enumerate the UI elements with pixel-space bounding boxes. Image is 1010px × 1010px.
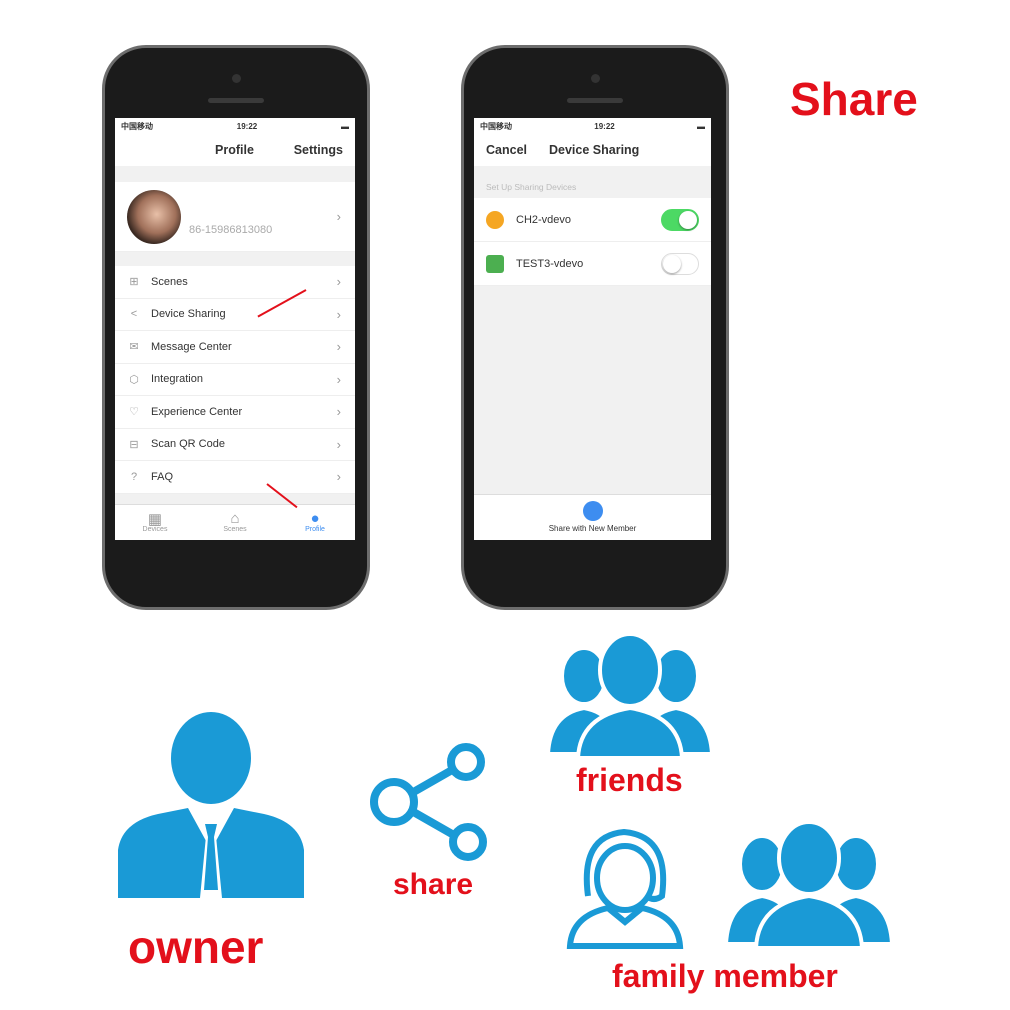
profile-screen: 中国移动 19:22 ▬ Profile Settings 86-159868130…: [115, 118, 355, 540]
menu-item[interactable]: ♡ Experience Center ›: [115, 396, 355, 429]
phone-device-sharing: 中国移动 19:22 ▬ Cancel Device Sharing Set Up …: [461, 45, 729, 610]
profile-tab-icon: ●: [310, 510, 320, 527]
chevron-right-icon: ›: [336, 339, 341, 355]
battery-icon: ▬: [341, 121, 349, 131]
owner-icon: [118, 712, 304, 898]
chevron-right-icon: ›: [336, 306, 341, 322]
mail-icon: ✉: [129, 341, 139, 354]
menu-item[interactable]: ⊞ Scenes ›: [115, 266, 355, 299]
share-toggle[interactable]: [661, 208, 699, 231]
chevron-right-icon: ›: [336, 404, 341, 420]
chevron-right-icon: ›: [336, 371, 341, 387]
status-bar: 中国移动 19:22 ▬: [474, 118, 711, 134]
section-header: Set Up Sharing Devices: [486, 182, 577, 192]
device-row: TEST3-vdevo: [474, 242, 711, 286]
share-icon: <: [130, 308, 138, 321]
tab-profile[interactable]: ● Profile: [275, 505, 355, 540]
chevron-right-icon: ›: [336, 469, 341, 485]
settings-button[interactable]: Settings: [294, 143, 343, 157]
chevron-right-icon: ›: [336, 274, 341, 290]
menu-item[interactable]: ⬡ Integration ›: [115, 363, 355, 396]
share-title: Share: [790, 73, 918, 125]
friends-label: friends: [576, 762, 683, 798]
tab-devices[interactable]: ▦ Devices: [115, 505, 195, 540]
menu-item[interactable]: < Device Sharing ›: [115, 298, 355, 331]
help-icon: ?: [130, 470, 138, 483]
chevron-right-icon: ›: [336, 209, 341, 224]
camera: [591, 74, 600, 83]
scenes-tab-icon: ⌂: [230, 510, 240, 527]
scenes-icon: ⊞: [129, 276, 139, 289]
battery-icon: ▬: [697, 121, 705, 131]
tab-scenes[interactable]: ⌂ Scenes: [195, 505, 275, 540]
member-icon: [582, 501, 603, 521]
tab-bar: ▦ Devices ⌂ Scenes ● Profile: [115, 504, 355, 540]
phone-profile: 中国移动 19:22 ▬ Profile Settings 86-159868130…: [102, 45, 370, 610]
share-label: share: [393, 868, 474, 901]
page-title: Device Sharing: [549, 143, 640, 157]
cancel-button[interactable]: Cancel: [486, 143, 527, 157]
scan-icon: ⊟: [129, 438, 139, 451]
family-member-label: family member: [612, 958, 838, 994]
heart-icon: ♡: [129, 406, 139, 419]
device-sharing-screen: 中国移动 19:22 ▬ Cancel Device Sharing Set Up …: [474, 118, 711, 540]
camera: [232, 74, 241, 83]
status-bar: 中国移动 19:22 ▬: [115, 118, 355, 134]
menu-item[interactable]: ? FAQ ›: [115, 461, 355, 494]
share-new-member-button[interactable]: Share with New Member: [474, 494, 711, 540]
avatar: [127, 189, 181, 244]
friends-group-icon: [548, 634, 712, 758]
nav-bar: Cancel Device Sharing: [474, 134, 711, 166]
device-icon: [486, 210, 504, 229]
owner-label: owner: [128, 921, 264, 973]
nav-bar: Profile Settings: [115, 134, 355, 166]
menu-item[interactable]: ✉ Message Center ›: [115, 331, 355, 364]
cube-icon: ⬡: [129, 373, 139, 386]
profile-card[interactable]: 86-15986813080 ›: [115, 182, 355, 252]
woman-icon: [566, 828, 684, 949]
family-group-icon: [726, 820, 892, 948]
speaker: [208, 98, 264, 103]
device-icon: [486, 254, 504, 273]
page-title: Profile: [215, 143, 254, 157]
device-row: CH2-vdevo: [474, 198, 711, 242]
menu-item[interactable]: ⊟ Scan QR Code ›: [115, 428, 355, 461]
speaker: [567, 98, 623, 103]
share-toggle[interactable]: [661, 252, 699, 275]
chevron-right-icon: ›: [336, 436, 341, 452]
share-icon: [370, 743, 487, 861]
devices-tab-icon: ▦: [147, 511, 163, 528]
